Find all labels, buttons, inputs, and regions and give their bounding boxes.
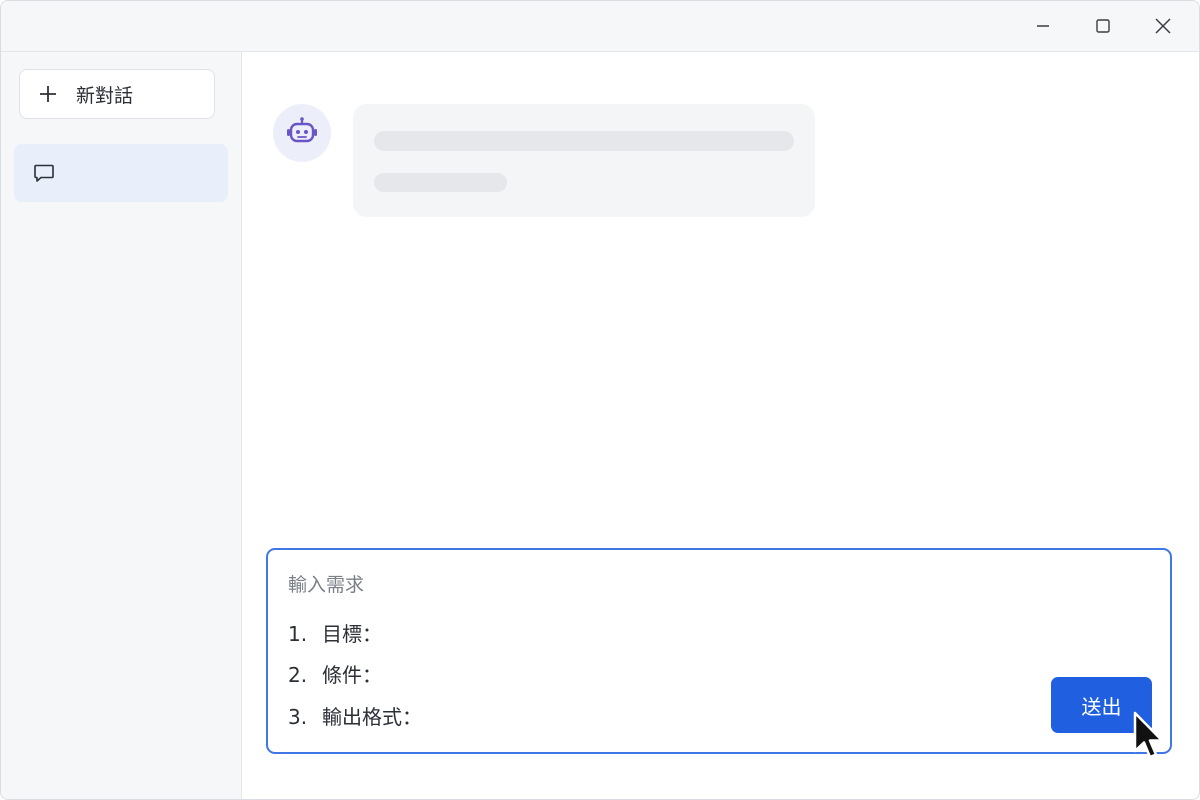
app-window: 新對話 輸入需求 1. 目標： 2. 條件： 3. 輸出格式： 送出: [0, 0, 1200, 800]
minimize-button[interactable]: [1013, 1, 1073, 51]
template-line: 2. 條件：: [288, 659, 382, 688]
message-input[interactable]: 輸入需求 1. 目標： 2. 條件： 3. 輸出格式： 送出: [266, 548, 1172, 754]
robot-icon: [287, 117, 317, 143]
assistant-message-loading: [353, 104, 815, 217]
template-line: 3. 輸出格式：: [288, 701, 422, 730]
chat-bubble-icon: [32, 161, 56, 185]
chat-area: 輸入需求 1. 目標： 2. 條件： 3. 輸出格式： 送出: [242, 52, 1199, 799]
skeleton-line: [374, 173, 507, 192]
conversation-item[interactable]: [14, 144, 228, 202]
line-text: 條件：: [322, 663, 382, 687]
new-chat-button[interactable]: 新對話: [19, 69, 215, 119]
line-number: 3.: [288, 705, 308, 729]
send-button[interactable]: 送出: [1051, 677, 1152, 733]
line-text: 目標：: [322, 622, 382, 646]
minimize-icon: [1037, 25, 1049, 27]
maximize-button[interactable]: [1073, 1, 1133, 51]
line-number: 1.: [288, 622, 308, 646]
input-placeholder: 輸入需求: [288, 574, 365, 596]
assistant-avatar: [273, 104, 331, 162]
skeleton-line: [374, 131, 794, 151]
new-chat-label: 新對話: [76, 84, 134, 107]
plus-icon: [38, 84, 58, 104]
line-text: 輸出格式：: [322, 705, 422, 729]
close-button[interactable]: [1133, 1, 1193, 51]
maximize-icon: [1096, 19, 1110, 33]
template-line: 1. 目標：: [288, 618, 382, 647]
sidebar: 新對話: [1, 52, 242, 799]
line-number: 2.: [288, 663, 308, 687]
title-bar: [1, 1, 1199, 52]
close-icon: [1155, 18, 1171, 34]
